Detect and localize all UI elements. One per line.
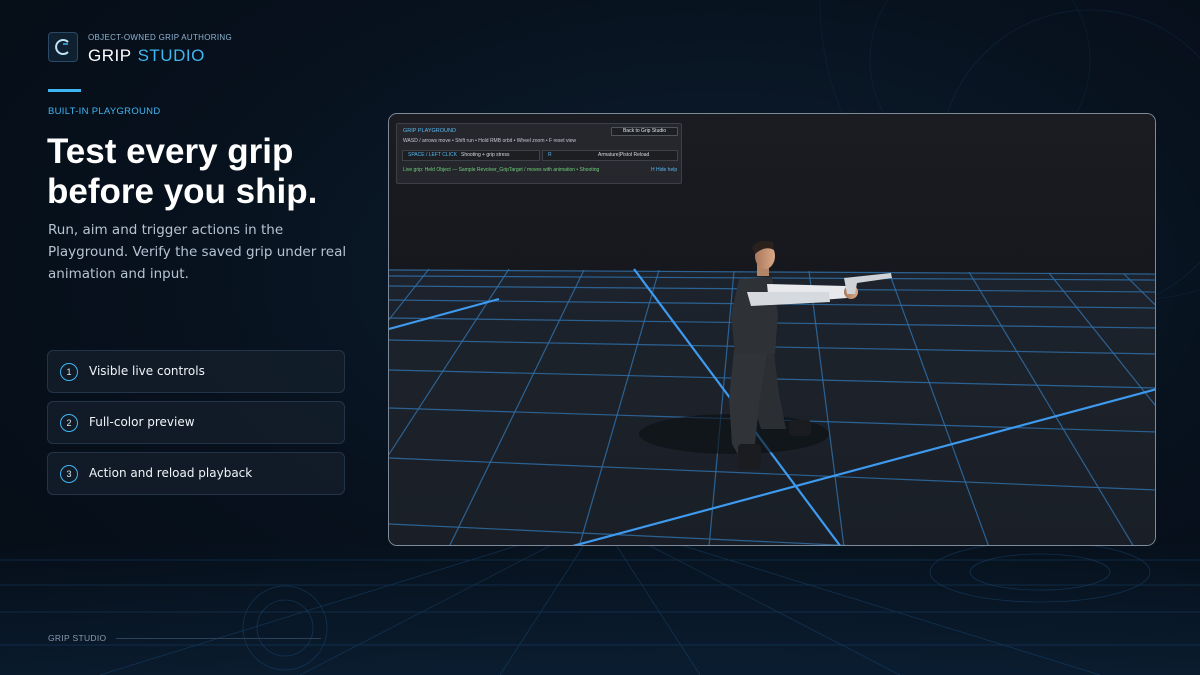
feature-item-color-preview: 2 Full-color preview [47, 401, 345, 444]
hide-help-toggle[interactable]: H Hide help [651, 167, 677, 173]
grip-studio-logo-icon [48, 32, 78, 62]
logo-mark-icon [55, 39, 69, 55]
feature-number-badge: 1 [60, 363, 78, 381]
brand-title-primary: GRIP [88, 46, 132, 65]
feature-label: Action and reload playback [89, 466, 253, 480]
feature-label: Visible live controls [89, 364, 205, 378]
binding-action: Armature|Pistol Reload [598, 152, 650, 158]
playground-help-panel: GRIP PLAYGROUND Back to Grip Studio WASD… [396, 123, 682, 184]
brand-tagline: OBJECT-OWNED GRIP AUTHORING [88, 33, 232, 42]
footer-label: GRIP STUDIO [48, 633, 107, 643]
headline-line-1: Test every grip [47, 132, 294, 171]
footer-divider [116, 638, 321, 639]
feature-item-live-controls: 1 Visible live controls [47, 350, 345, 393]
headline: Test every grip before you ship. [47, 132, 367, 212]
accent-divider [48, 89, 81, 92]
playground-viewport[interactable]: GRIP PLAYGROUND Back to Grip Studio WASD… [388, 113, 1156, 546]
controls-hint: WASD / arrows move • Shift run • Hold RM… [403, 138, 576, 144]
feature-item-action-playback: 3 Action and reload playback [47, 452, 345, 495]
back-to-studio-button[interactable]: Back to Grip Studio [611, 127, 678, 136]
feature-number-badge: 2 [60, 414, 78, 432]
feature-number-badge: 3 [60, 465, 78, 483]
binding-row-reload: R Armature|Pistol Reload [542, 150, 678, 161]
description: Run, aim and trigger actions in the Play… [48, 222, 347, 282]
binding-key: SPACE / LEFT CLICK [408, 152, 457, 158]
playground-title: GRIP PLAYGROUND [403, 128, 456, 134]
live-grip-status: Live grip: Held Object — Sample Revolver… [403, 167, 600, 173]
binding-key: R [548, 152, 552, 158]
brand-title: GRIP STUDIO [88, 46, 205, 66]
headline-line-2: before you ship. [47, 172, 318, 211]
brand-title-accent: STUDIO [137, 46, 205, 65]
binding-action: Shooting + grip stress [461, 152, 510, 158]
section-label: BUILT-IN PLAYGROUND [48, 106, 161, 117]
binding-row-shoot: SPACE / LEFT CLICK Shooting + grip stres… [402, 150, 540, 161]
feature-label: Full-color preview [89, 415, 195, 429]
